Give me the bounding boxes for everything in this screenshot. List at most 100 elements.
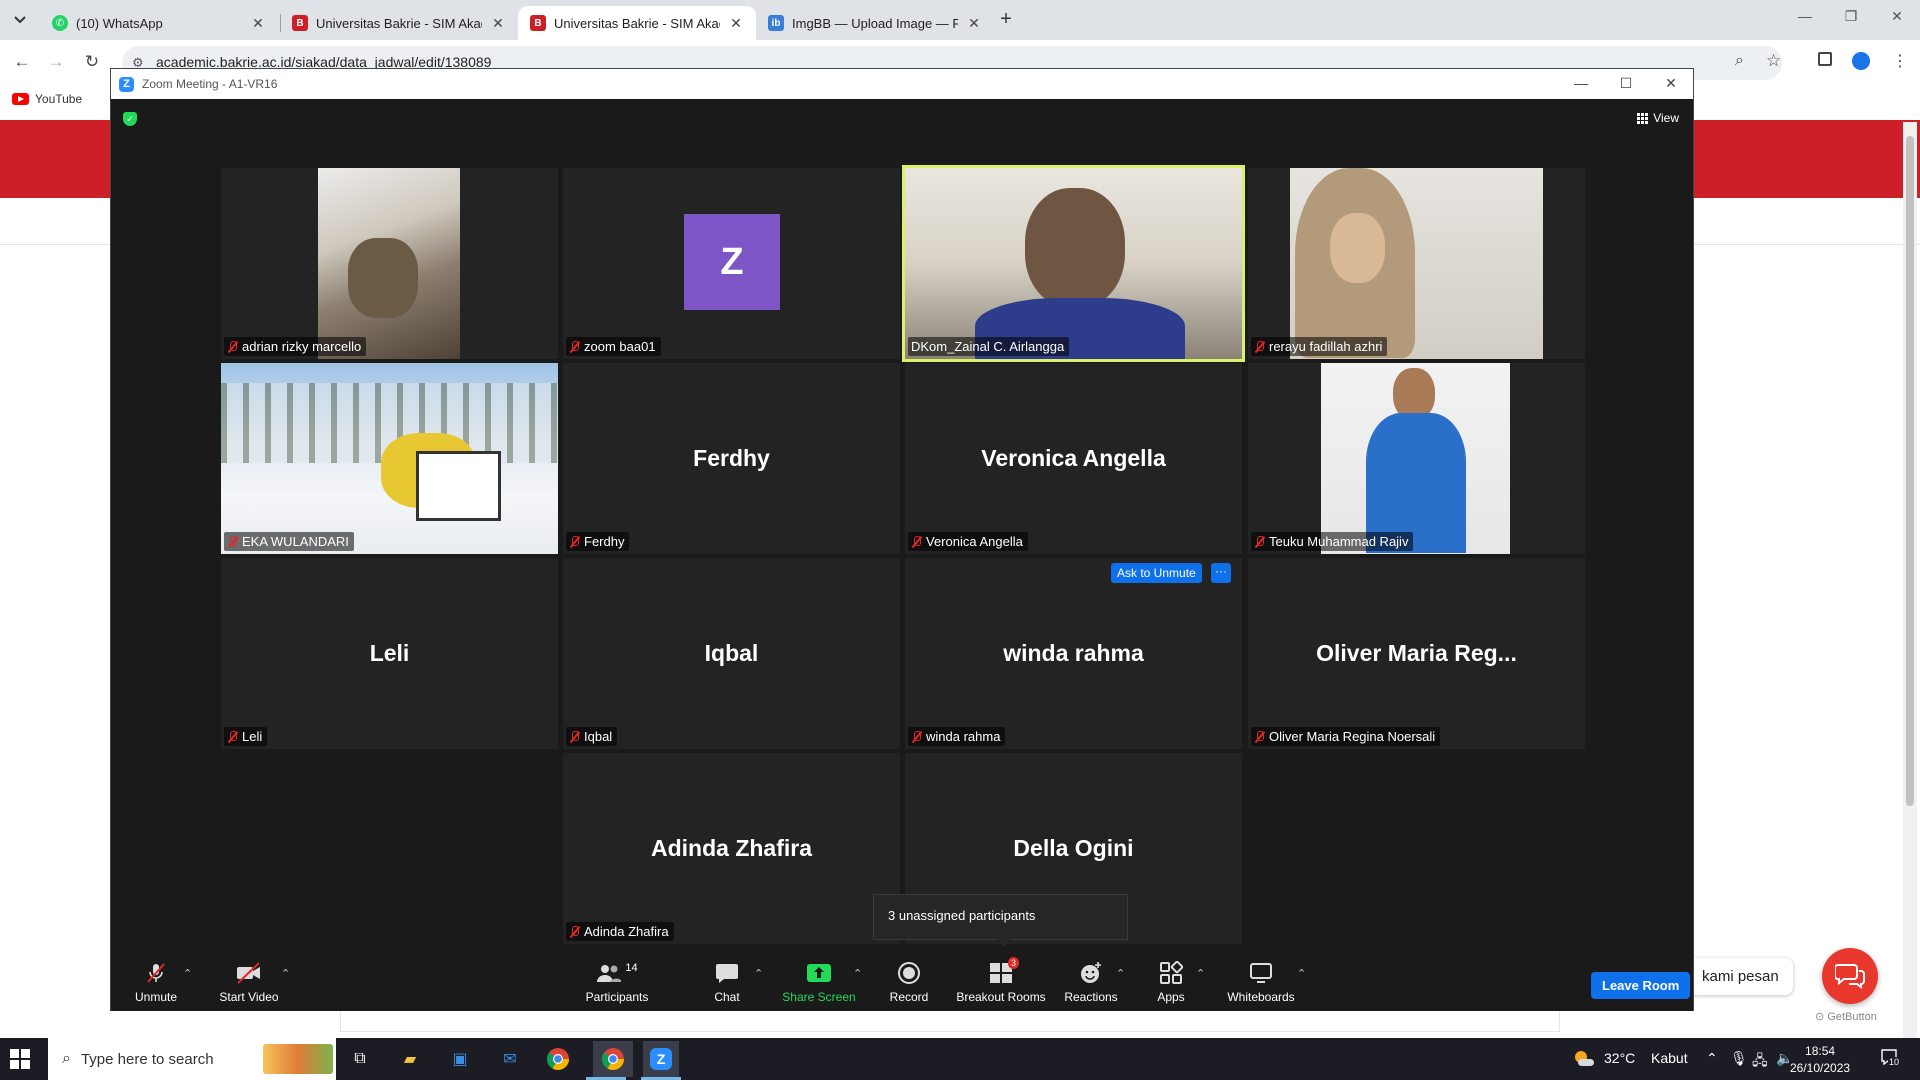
- video-tile[interactable]: rerayu fadillah azhri: [1248, 168, 1585, 359]
- share-options-caret[interactable]: ⌃: [853, 967, 862, 980]
- restore-icon[interactable]: ❐: [1828, 8, 1874, 25]
- participant-display-name: Iqbal: [704, 640, 759, 666]
- breakout-rooms-button[interactable]: 3 Breakout Rooms: [956, 957, 1046, 1004]
- notification-center-icon[interactable]: 10: [1880, 1048, 1901, 1069]
- taskbar-search-box[interactable]: ⌕ Type here to search: [48, 1038, 336, 1080]
- mic-muted-icon: [569, 535, 580, 548]
- video-tile[interactable]: winda rahma winda rahma: [905, 558, 1242, 749]
- apps-options-caret[interactable]: ⌃: [1196, 967, 1205, 980]
- zoom-close-icon[interactable]: ✕: [1661, 75, 1681, 92]
- windows-start-icon[interactable]: [10, 1049, 30, 1069]
- ask-to-unmute-button[interactable]: Ask to Unmute: [1111, 563, 1202, 583]
- encryption-shield-icon[interactable]: ✓: [123, 112, 137, 126]
- search-icon: ⌕: [62, 1050, 71, 1067]
- view-button[interactable]: View: [1637, 111, 1679, 125]
- video-tile[interactable]: EKA WULANDARI: [221, 363, 558, 554]
- tab-imgbb[interactable]: ib ImgBB — Upload Image — Fre ✕: [756, 6, 994, 40]
- mic-muted-icon: [1254, 535, 1265, 548]
- zoom-taskbar-icon[interactable]: Z: [643, 1041, 679, 1077]
- reload-icon[interactable]: ↻: [78, 48, 106, 76]
- tab-title: ImgBB — Upload Image — Fre: [792, 15, 958, 31]
- chrome-icon[interactable]: [544, 1045, 572, 1073]
- participants-button[interactable]: 14 Participants: [572, 961, 662, 1004]
- tab-sim-akademik-1[interactable]: B Universitas Bakrie - SIM Akade ✕: [280, 6, 518, 40]
- zoom-icon[interactable]: ⌕: [1735, 52, 1744, 70]
- taskbar-clock[interactable]: 18:54 26/10/2023: [1790, 1043, 1850, 1077]
- microsoft-store-icon[interactable]: ▣: [446, 1045, 474, 1073]
- new-tab-button[interactable]: +: [994, 8, 1018, 32]
- participant-nametag: rerayu fadillah azhri: [1251, 337, 1388, 356]
- chat-widget-bubble[interactable]: kami pesan: [1688, 958, 1793, 995]
- video-tile-active-speaker[interactable]: DKom_Zainal C. Airlangga: [902, 165, 1245, 362]
- video-tile[interactable]: Leli Leli: [221, 558, 558, 749]
- bookmark-star-icon[interactable]: ☆: [1766, 51, 1781, 71]
- participant-face: [1330, 213, 1385, 283]
- close-tab-icon[interactable]: ✕: [250, 15, 266, 32]
- view-label: View: [1653, 111, 1679, 125]
- video-options-caret[interactable]: ⌃: [281, 967, 290, 980]
- menu-icon[interactable]: ⋮: [1892, 51, 1908, 71]
- close-window-icon[interactable]: ✕: [1874, 8, 1920, 25]
- zoom-minimize-icon[interactable]: —: [1571, 75, 1591, 91]
- show-hidden-icons-caret[interactable]: ⌃: [1706, 1050, 1718, 1067]
- participants-icon: 14: [596, 961, 638, 985]
- video-tile[interactable]: Adinda Zhafira Adinda Zhafira: [563, 753, 900, 944]
- network-icon[interactable]: 🖧: [1752, 1050, 1768, 1074]
- video-tile[interactable]: Ferdhy Ferdhy: [563, 363, 900, 554]
- record-button[interactable]: Record: [864, 961, 954, 1004]
- reactions-options-caret[interactable]: ⌃: [1116, 967, 1125, 980]
- getbutton-credit[interactable]: ⊙ GetButton: [1815, 1010, 1877, 1023]
- profile-avatar[interactable]: [1852, 52, 1870, 70]
- chat-options-caret[interactable]: ⌃: [754, 967, 763, 980]
- mail-icon[interactable]: ✉: [496, 1045, 524, 1073]
- tab-search-icon[interactable]: [8, 8, 32, 32]
- zoom-maximize-icon[interactable]: ☐: [1616, 75, 1636, 92]
- share-screen-icon: [806, 961, 832, 985]
- mic-muted-icon: [227, 340, 238, 353]
- weather-description[interactable]: Kabut: [1651, 1050, 1688, 1066]
- video-tile[interactable]: Iqbal Iqbal: [563, 558, 900, 749]
- video-tile[interactable]: Veronica Angella Veronica Angella: [905, 363, 1242, 554]
- weather-icon[interactable]: [1572, 1048, 1596, 1071]
- apps-icon: [1159, 961, 1183, 985]
- tab-sim-akademik-2[interactable]: B Universitas Bakrie - SIM Akade ✕: [518, 6, 756, 40]
- close-tab-icon[interactable]: ✕: [728, 15, 744, 32]
- whiteboards-button[interactable]: Whiteboards: [1216, 961, 1306, 1004]
- minimize-icon[interactable]: —: [1782, 8, 1828, 24]
- audio-options-caret[interactable]: ⌃: [183, 967, 192, 980]
- share-screen-label: Share Screen: [782, 990, 856, 1004]
- mic-muted-icon: [1254, 730, 1265, 743]
- leave-room-button[interactable]: Leave Room: [1591, 972, 1691, 999]
- chrome-profile-icon[interactable]: [593, 1041, 633, 1077]
- unassigned-participants-tooltip: 3 unassigned participants: [873, 894, 1128, 947]
- notification-count: 10: [1888, 1057, 1901, 1067]
- video-tile[interactable]: Oliver Maria Reg... Oliver Maria Regina …: [1248, 558, 1585, 749]
- close-tab-icon[interactable]: ✕: [490, 15, 506, 32]
- bookmark-youtube[interactable]: YouTube: [12, 92, 82, 106]
- side-panel-icon[interactable]: [1818, 52, 1832, 66]
- video-tile[interactable]: Z zoom baa01: [563, 168, 900, 359]
- participant-name: rerayu fadillah azhri: [1269, 339, 1383, 354]
- page-scrollbar-thumb[interactable]: [1906, 136, 1914, 806]
- share-screen-button[interactable]: Share Screen: [774, 961, 864, 1004]
- more-options-button[interactable]: ···: [1211, 563, 1231, 583]
- video-tile[interactable]: Teuku Muhammad Rajiv: [1248, 363, 1585, 554]
- file-explorer-icon[interactable]: ▰: [396, 1045, 424, 1073]
- whiteboards-options-caret[interactable]: ⌃: [1297, 967, 1306, 980]
- participants-count: 14: [625, 962, 638, 974]
- mic-muted-icon: [911, 730, 922, 743]
- forward-icon[interactable]: →: [42, 48, 70, 76]
- participant-nametag: zoom baa01: [566, 337, 661, 356]
- participant-name: Teuku Muhammad Rajiv: [1269, 534, 1409, 549]
- participant-display-name: Veronica Angella: [981, 445, 1166, 471]
- task-view-icon[interactable]: ⧉: [346, 1045, 374, 1073]
- weather-temperature[interactable]: 32°C: [1604, 1050, 1635, 1066]
- video-tile[interactable]: adrian rizky marcello: [221, 168, 558, 359]
- microphone-tray-icon[interactable]: 🎙: [1730, 1050, 1748, 1067]
- chat-widget-button[interactable]: [1822, 948, 1878, 1004]
- close-tab-icon[interactable]: ✕: [966, 15, 982, 32]
- back-icon[interactable]: ←: [8, 48, 36, 76]
- participant-nametag: Veronica Angella: [908, 532, 1028, 551]
- participant-display-name: Leli: [369, 640, 410, 666]
- tab-whatsapp[interactable]: ✆ (10) WhatsApp ✕: [40, 6, 278, 40]
